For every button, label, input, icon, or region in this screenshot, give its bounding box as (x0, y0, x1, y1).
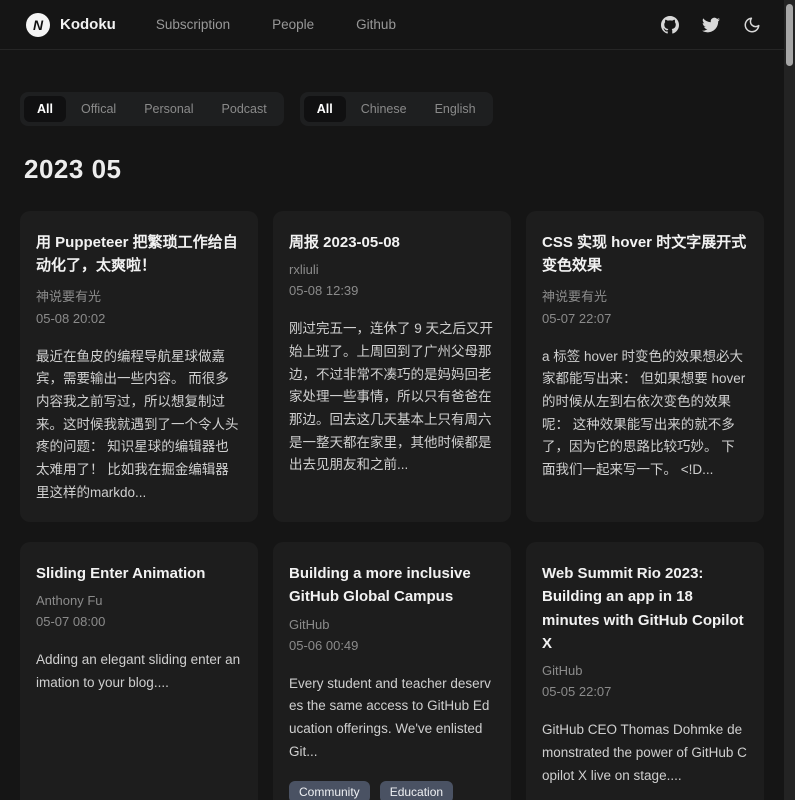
post-date: 05-07 08:00 (36, 614, 242, 629)
filter-category-personal[interactable]: Personal (131, 96, 206, 122)
scrollbar-thumb[interactable] (786, 4, 793, 66)
category-filter-group: All Offical Personal Podcast (20, 92, 284, 126)
post-excerpt: Adding an elegant sliding enter animatio… (36, 649, 242, 694)
brand-name[interactable]: Kodoku (60, 16, 116, 33)
post-card[interactable]: Building a more inclusive GitHub Global … (273, 542, 511, 800)
post-excerpt: Every student and teacher deserves the s… (289, 673, 495, 764)
post-title: Web Summit Rio 2023: Building an app in … (542, 562, 748, 655)
post-author: GitHub (542, 663, 748, 678)
post-author: 神说要有光 (36, 286, 242, 305)
post-excerpt: 最近在鱼皮的编程导航星球做嘉宾，需要输出一些内容。 而很多内容我之前写过，所以想… (36, 346, 242, 505)
post-excerpt: a 标签 hover 时变色的效果想必大家都能写出来： 但如果想要 hover … (542, 346, 748, 482)
brand-logo-letter: N (33, 17, 43, 33)
post-tags: Community Education accessibility GitHub… (289, 781, 495, 800)
brand-logo[interactable]: N (26, 13, 50, 37)
post-excerpt: 刚过完五一，连休了 9 天之后又开始上班了。上周回到了广州父母那边，不过非常不凑… (289, 318, 495, 477)
filter-category-offical[interactable]: Offical (68, 96, 129, 122)
header-icons (661, 16, 761, 34)
post-author: rxliuli (289, 262, 495, 277)
nav-subscription[interactable]: Subscription (156, 17, 230, 32)
post-card[interactable]: 周报 2023-05-08 rxliuli 05-08 12:39 刚过完五一，… (273, 211, 511, 522)
post-author: 神说要有光 (542, 286, 748, 305)
post-excerpt: GitHub CEO Thomas Dohmke demonstrated th… (542, 719, 748, 787)
main-nav: Subscription People Github (156, 17, 396, 32)
post-date: 05-08 12:39 (289, 283, 495, 298)
post-card[interactable]: Web Summit Rio 2023: Building an app in … (526, 542, 764, 800)
post-title: Sliding Enter Animation (36, 562, 242, 585)
post-author: Anthony Fu (36, 593, 242, 608)
post-title: CSS 实现 hover 时文字展开式变色效果 (542, 231, 748, 278)
nav-github[interactable]: Github (356, 17, 396, 32)
scrollbar-track[interactable] (784, 0, 795, 800)
filter-category-all[interactable]: All (24, 96, 66, 122)
post-author: GitHub (289, 617, 495, 632)
tag[interactable]: Education (380, 781, 453, 800)
header: N Kodoku Subscription People Github (0, 0, 795, 50)
filter-language-english[interactable]: English (422, 96, 489, 122)
post-date: 05-06 00:49 (289, 638, 495, 653)
filter-category-podcast[interactable]: Podcast (209, 96, 280, 122)
github-icon[interactable] (661, 16, 679, 34)
twitter-icon[interactable] (702, 16, 720, 34)
post-title: 周报 2023-05-08 (289, 231, 495, 254)
post-grid: 用 Puppeteer 把繁琐工作给自动化了，太爽啦！ 神说要有光 05-08 … (20, 211, 764, 800)
section-title: 2023 05 (24, 154, 764, 185)
main-content: All Offical Personal Podcast All Chinese… (0, 92, 795, 800)
post-card[interactable]: 用 Puppeteer 把繁琐工作给自动化了，太爽啦！ 神说要有光 05-08 … (20, 211, 258, 522)
nav-people[interactable]: People (272, 17, 314, 32)
post-card[interactable]: Sliding Enter Animation Anthony Fu 05-07… (20, 542, 258, 800)
filters: All Offical Personal Podcast All Chinese… (20, 92, 764, 126)
tag[interactable]: Community (289, 781, 370, 800)
post-title: Building a more inclusive GitHub Global … (289, 562, 495, 609)
post-date: 05-05 22:07 (542, 684, 748, 699)
filter-language-all[interactable]: All (304, 96, 346, 122)
post-date: 05-07 22:07 (542, 311, 748, 326)
post-date: 05-08 20:02 (36, 311, 242, 326)
language-filter-group: All Chinese English (300, 92, 493, 126)
post-title: 用 Puppeteer 把繁琐工作给自动化了，太爽啦！ (36, 231, 242, 278)
post-card[interactable]: CSS 实现 hover 时文字展开式变色效果 神说要有光 05-07 22:0… (526, 211, 764, 522)
moon-icon[interactable] (743, 16, 761, 34)
filter-language-chinese[interactable]: Chinese (348, 96, 420, 122)
